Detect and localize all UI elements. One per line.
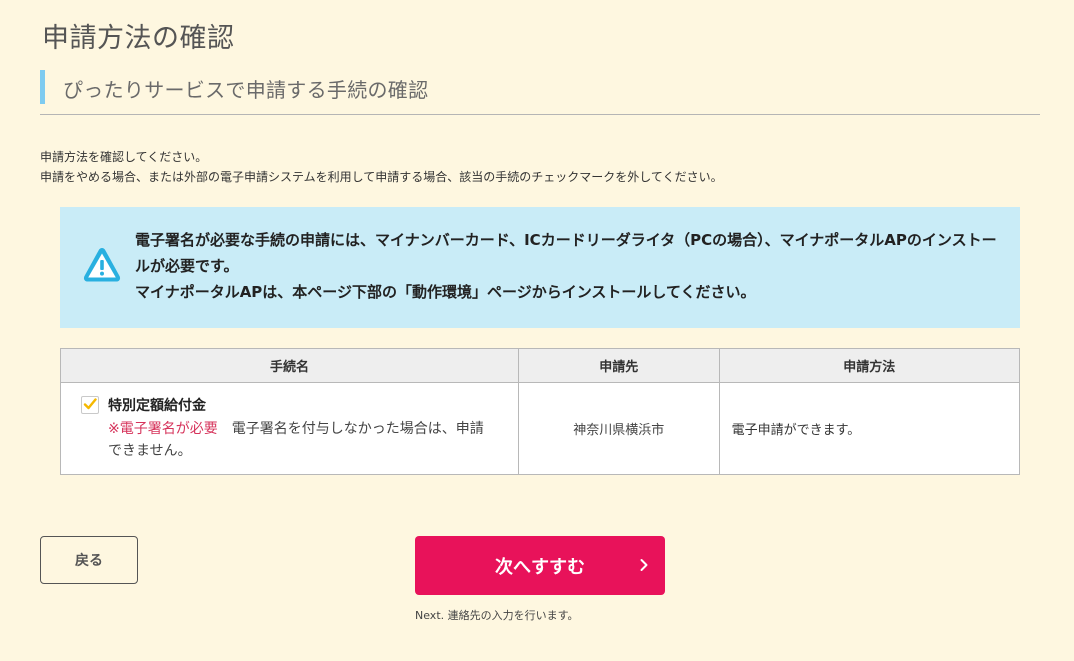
next-hint-text: Next. 連絡先の入力を行います。 bbox=[415, 609, 579, 622]
intro-line-1: 申請方法を確認してください。 bbox=[40, 150, 208, 164]
destination-cell: 神奈川県横浜市 bbox=[518, 382, 720, 475]
checkmark-icon bbox=[83, 398, 97, 410]
warning-notice: 電子署名が必要な手続の申請には、マイナンバーカード、ICカードリーダライタ（PC… bbox=[60, 207, 1020, 328]
table-row: 特別定額給付金 ※電子署名が必要 電子署名を付与しなかった場合は、申請できません… bbox=[60, 382, 1021, 475]
procedure-note: ※電子署名が必要 電子署名を付与しなかった場合は、申請できません。 bbox=[108, 418, 488, 462]
header-destination: 申請先 bbox=[518, 348, 720, 383]
method-cell: 電子申請ができます。 bbox=[718, 382, 1021, 475]
signature-required-label: ※電子署名が必要 bbox=[108, 421, 218, 437]
next-button-label: 次へすすむ bbox=[495, 557, 585, 578]
intro-line-2: 申請をやめる場合、または外部の電子申請システムを利用して申請する場合、該当の手続… bbox=[40, 170, 723, 184]
back-button[interactable]: 戻る bbox=[40, 536, 138, 584]
header-procedure-name: 手続名 bbox=[60, 348, 519, 383]
warning-message-line-2: マイナポータルAPは、本ページ下部の「動作環境」ページからインストールしてくださ… bbox=[135, 283, 756, 301]
procedure-checkbox[interactable] bbox=[81, 396, 99, 414]
procedure-table: 手続名 申請先 申請方法 特別定額給付金 ※電子署名が必要 電子署名を付与しなか… bbox=[60, 348, 1021, 475]
next-button[interactable]: 次へすすむ bbox=[415, 536, 665, 595]
page: 申請方法の確認 ぴったりサービスで申請する手続の確認 申請方法を確認してください… bbox=[0, 0, 1074, 661]
header-method: 申請方法 bbox=[718, 348, 1021, 383]
chevron-right-icon bbox=[639, 558, 649, 576]
section-heading-accent-bar bbox=[40, 70, 45, 104]
section-heading: ぴったりサービスで申請する手続の確認 bbox=[40, 70, 1040, 115]
table-header-row: 手続名 申請先 申請方法 bbox=[60, 348, 1021, 383]
procedure-name: 特別定額給付金 bbox=[108, 398, 206, 414]
section-heading-text: ぴったりサービスで申請する手続の確認 bbox=[63, 78, 429, 102]
intro-text: 申請方法を確認してください。 申請をやめる場合、または外部の電子申請システムを利… bbox=[40, 147, 723, 187]
warning-message-line-1: 電子署名が必要な手続の申請には、マイナンバーカード、ICカードリーダライタ（PC… bbox=[135, 231, 997, 275]
warning-message: 電子署名が必要な手続の申請には、マイナンバーカード、ICカードリーダライタ（PC… bbox=[135, 227, 1005, 305]
procedure-cell: 特別定額給付金 ※電子署名が必要 電子署名を付与しなかった場合は、申請できません… bbox=[60, 382, 519, 475]
page-title: 申請方法の確認 bbox=[42, 23, 235, 54]
warning-icon bbox=[82, 245, 122, 285]
